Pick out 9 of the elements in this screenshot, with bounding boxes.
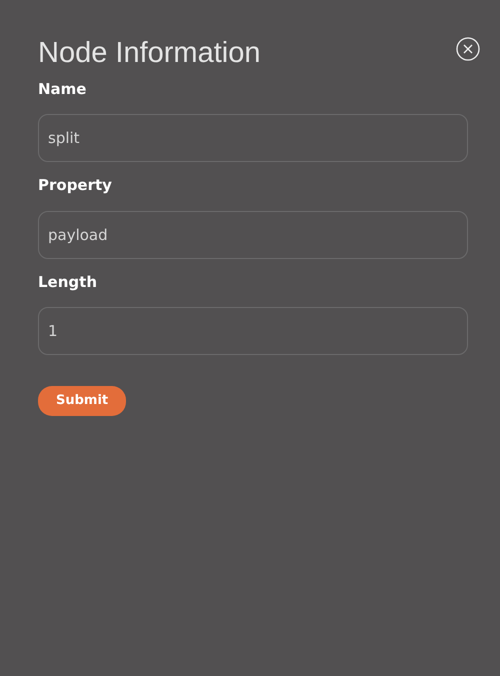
submit-button[interactable]: Submit (38, 386, 126, 416)
field-label: Length (38, 272, 98, 293)
panel-title: Node Information (38, 36, 260, 71)
field-label: Name (38, 78, 88, 100)
input-field[interactable]: split (38, 114, 468, 162)
input-field[interactable]: payload (38, 210, 468, 259)
field-label: Property (38, 175, 113, 196)
input-field[interactable]: 1 (38, 307, 468, 356)
close-icon[interactable] (456, 36, 480, 60)
